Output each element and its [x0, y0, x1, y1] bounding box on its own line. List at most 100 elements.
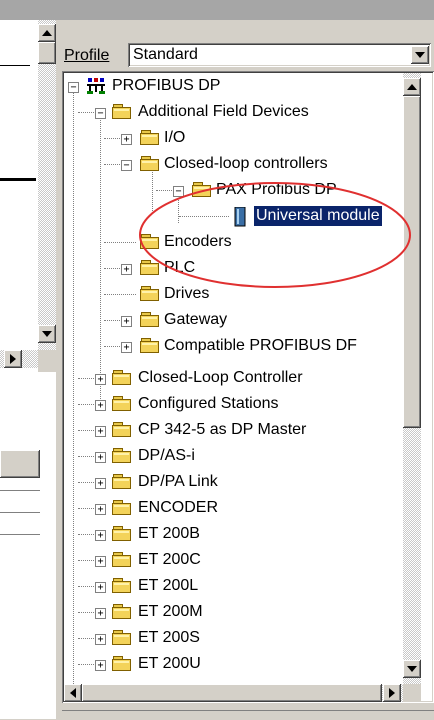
tree-item-label: ET 200M: [138, 603, 203, 620]
expand-toggle[interactable]: +: [95, 608, 106, 619]
list-row-line: [0, 512, 40, 513]
expand-toggle[interactable]: +: [95, 504, 106, 515]
left-pane-divider-line: [0, 65, 30, 66]
scroll-up-button[interactable]: [38, 24, 56, 42]
tree-hscrollbar[interactable]: [64, 684, 403, 702]
expand-toggle[interactable]: +: [95, 374, 106, 385]
scroll-thumb[interactable]: [38, 42, 56, 64]
folder-icon: [112, 474, 132, 490]
tree-item[interactable]: + Gateway: [64, 307, 402, 333]
tree-item[interactable]: + ENCODER: [64, 495, 402, 521]
tree-vscrollbar[interactable]: [403, 73, 421, 684]
tree-item[interactable]: + Configured Stations: [64, 391, 402, 417]
tree-item[interactable]: + DP/PA Link: [64, 469, 402, 495]
folder-icon: [140, 312, 160, 328]
tree-item[interactable]: + Closed-Loop Controller: [64, 365, 402, 391]
tree-item[interactable]: + CP 342-5 as DP Master: [64, 417, 402, 443]
chevron-down-icon[interactable]: [411, 46, 429, 64]
tree-item-label: ENCODER: [138, 499, 219, 516]
scroll-up-button[interactable]: [403, 78, 421, 96]
network-icon: [87, 78, 105, 94]
expand-toggle[interactable]: +: [95, 478, 106, 489]
scroll-corner: [403, 684, 421, 702]
expand-toggle[interactable]: +: [95, 426, 106, 437]
tree-item-label: I/O: [164, 129, 186, 146]
tree-item[interactable]: + I/O: [64, 125, 402, 151]
folder-icon: [112, 370, 132, 386]
folder-icon: [112, 104, 132, 120]
collapse-toggle[interactable]: −: [95, 108, 106, 119]
left-pane-canvas[interactable]: [0, 20, 38, 372]
folder-icon: [112, 552, 132, 568]
tree-item[interactable]: + ET 200M: [64, 599, 402, 625]
expand-toggle[interactable]: +: [121, 316, 132, 327]
tree-item-label: ET 200L: [138, 577, 199, 594]
left-hscrollbar[interactable]: [0, 350, 38, 368]
connection-line: [0, 178, 36, 181]
tree-item-label: Configured Stations: [138, 395, 279, 412]
folder-icon: [112, 448, 132, 464]
tree-item[interactable]: + ET 200L: [64, 573, 402, 599]
left-vscrollbar[interactable]: [38, 20, 56, 350]
scroll-right-button[interactable]: [383, 684, 401, 702]
collapse-toggle[interactable]: −: [121, 160, 132, 171]
tree-item-label: Gateway: [164, 311, 228, 328]
scroll-down-button[interactable]: [38, 325, 56, 343]
profile-dropdown[interactable]: Standard: [128, 43, 431, 67]
highlight-ellipse: [139, 182, 411, 288]
expand-toggle[interactable]: +: [95, 530, 106, 541]
expand-toggle[interactable]: +: [95, 452, 106, 463]
column-header[interactable]: [0, 450, 40, 478]
folder-icon: [140, 130, 160, 146]
profile-value: Standard: [133, 46, 198, 63]
folder-icon: [112, 396, 132, 412]
list-row-line: [0, 534, 40, 535]
profile-label: Profile: [64, 47, 109, 65]
expand-toggle[interactable]: +: [121, 264, 132, 275]
tree-item-label: ET 200C: [138, 551, 201, 568]
expand-toggle[interactable]: +: [95, 400, 106, 411]
tree-item-label: Closed-Loop Controller: [138, 369, 303, 386]
scroll-thumb[interactable]: [82, 684, 382, 702]
tree-item[interactable]: + ET 200C: [64, 547, 402, 573]
expand-toggle[interactable]: +: [95, 556, 106, 567]
tree-root-label: PROFIBUS DP: [112, 77, 221, 94]
tree-item-label: ET 200U: [138, 655, 201, 672]
folder-icon: [140, 338, 160, 354]
expand-toggle[interactable]: +: [95, 634, 106, 645]
folder-icon: [112, 656, 132, 672]
expand-toggle[interactable]: +: [95, 582, 106, 593]
expand-toggle[interactable]: +: [121, 134, 132, 145]
tree-item-label: Closed-loop controllers: [164, 155, 328, 172]
folder-icon: [112, 422, 132, 438]
catalog-tree[interactable]: − PROFIBUS DP − Additional Field Devices…: [64, 73, 402, 684]
tree-item[interactable]: − Closed-loop controllers: [64, 151, 402, 177]
folder-icon: [140, 156, 160, 172]
tree-item-label: ET 200S: [138, 629, 200, 646]
scroll-corner: [38, 350, 56, 368]
scroll-down-button[interactable]: [403, 660, 421, 678]
tree-item-label: CP 342-5 as DP Master: [138, 421, 307, 438]
scroll-left-button[interactable]: [64, 684, 82, 702]
scroll-right-button[interactable]: [4, 350, 22, 368]
folder-icon: [112, 578, 132, 594]
tree-item[interactable]: − Additional Field Devices: [64, 99, 402, 125]
tree-item-label: DP/PA Link: [138, 473, 218, 490]
profile-label-text: Profile: [64, 47, 110, 64]
folder-icon: [112, 500, 132, 516]
tree-item[interactable]: + ET 200U: [64, 651, 402, 677]
tree-item[interactable]: + DP/AS-i: [64, 443, 402, 469]
tree-item[interactable]: + ET 200B: [64, 521, 402, 547]
expand-toggle[interactable]: +: [121, 342, 132, 353]
top-bar: [0, 0, 434, 20]
tree-item-label: ET 200B: [138, 525, 200, 542]
tree-root[interactable]: − PROFIBUS DP: [64, 73, 402, 99]
folder-icon: [112, 604, 132, 620]
lower-left-list[interactable]: [0, 372, 56, 719]
tree-item[interactable]: + ET 200S: [64, 625, 402, 651]
list-row-line: [0, 490, 40, 491]
tree-item[interactable]: + Compatible PROFIBUS DF: [64, 333, 402, 359]
folder-icon: [112, 526, 132, 542]
tree-item-label: DP/AS-i: [138, 447, 195, 464]
expand-toggle[interactable]: +: [95, 660, 106, 671]
